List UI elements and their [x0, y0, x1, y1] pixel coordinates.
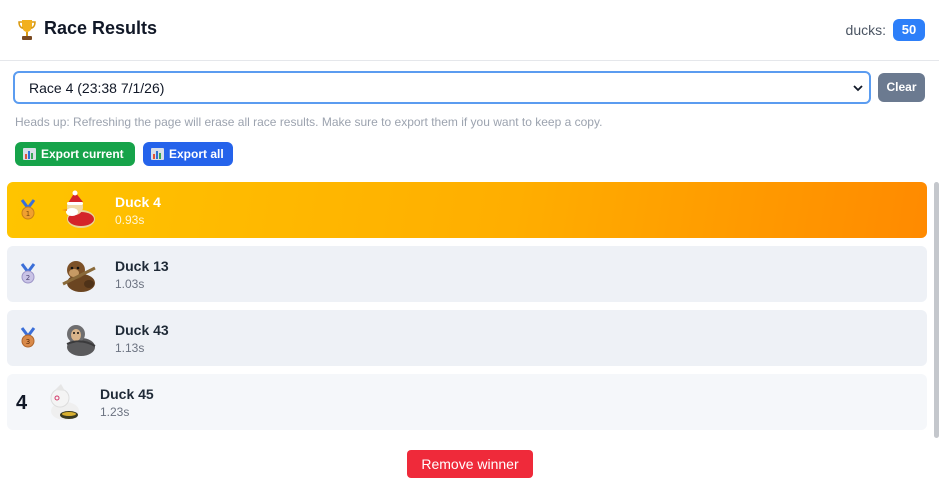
- result-row: 2 Duck 13 1.03s: [7, 246, 927, 302]
- export-current-button[interactable]: Export current: [15, 142, 135, 166]
- result-row: 3 Duck 43 1.13s: [7, 310, 927, 366]
- page-title: Race Results: [44, 18, 158, 38]
- rank-number: 4: [16, 392, 28, 414]
- ducks-count-badge: 50: [893, 19, 925, 41]
- race-select-value: Race 4 (23:38 7/1/26): [29, 80, 165, 96]
- svg-text:1: 1: [26, 210, 30, 218]
- duck-name: Duck 13: [115, 258, 169, 274]
- santa-duck-icon: [62, 190, 95, 228]
- duck-time: 1.23s: [100, 405, 130, 419]
- duck-time: 1.13s: [115, 341, 145, 355]
- duck-name: Duck 45: [100, 386, 154, 402]
- result-row: 1 Duck 4 0.93s: [7, 182, 927, 238]
- bar-chart-icon: [151, 148, 164, 160]
- export-all-label: Export all: [169, 147, 224, 161]
- clear-button[interactable]: Clear: [878, 73, 925, 102]
- duck-name: Duck 4: [115, 194, 161, 210]
- trophy-icon: [18, 20, 36, 40]
- bronze-medal-icon: 3: [20, 327, 36, 348]
- gold-medal-icon: 1: [20, 199, 36, 220]
- hooded-duck-icon: [66, 325, 96, 356]
- ducks-count-label: ducks:: [845, 22, 886, 38]
- bar-chart-icon: [23, 148, 36, 160]
- duck-name: Duck 43: [115, 322, 169, 338]
- result-row: 4 Duck 45 1.23s: [7, 374, 927, 430]
- remove-winner-button[interactable]: Remove winner: [407, 450, 533, 478]
- duck-time: 0.93s: [115, 213, 145, 227]
- silver-medal-icon: 2: [20, 263, 36, 284]
- svg-text:3: 3: [26, 338, 30, 346]
- export-current-label: Export current: [41, 147, 124, 161]
- chevron-down-icon: [853, 85, 863, 92]
- export-all-button[interactable]: Export all: [143, 142, 233, 166]
- white-duck-icon: [50, 384, 79, 420]
- monkey-duck-icon: [62, 261, 96, 292]
- scrollbar-thumb[interactable]: [934, 182, 939, 438]
- race-select[interactable]: Race 4 (23:38 7/1/26): [13, 71, 871, 104]
- svg-text:2: 2: [26, 274, 30, 282]
- refresh-notice: Heads up: Refreshing the page will erase…: [15, 115, 603, 129]
- header: Race Results ducks: 50: [0, 0, 939, 61]
- duck-time: 1.03s: [115, 277, 145, 291]
